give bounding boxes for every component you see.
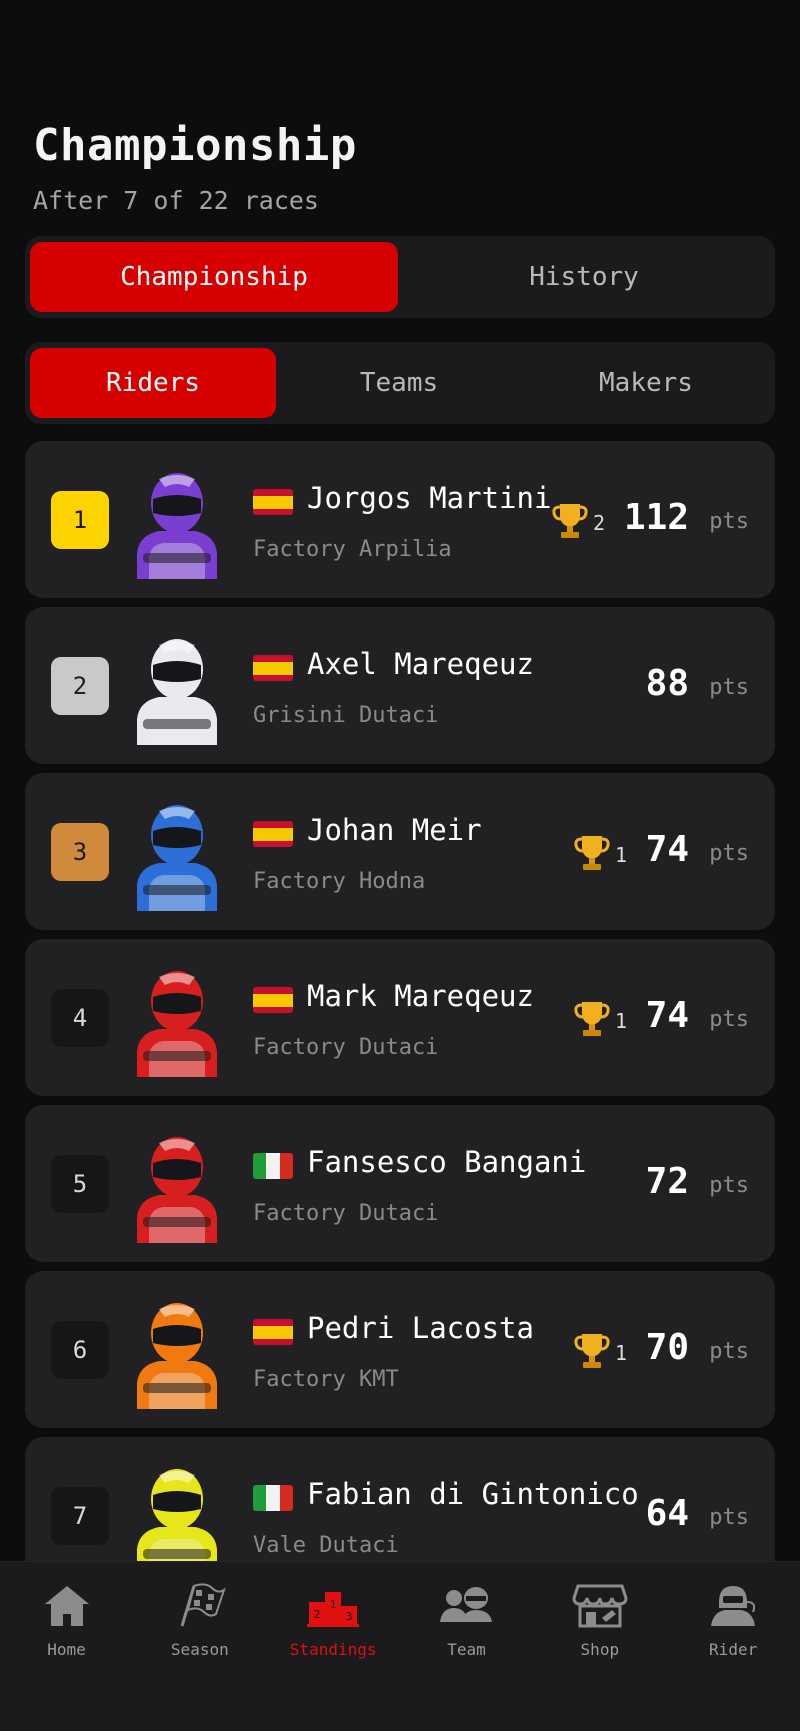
spain-flag bbox=[253, 1319, 293, 1345]
rider-points: 70 bbox=[645, 1327, 689, 1368]
rider-points: 88 bbox=[645, 663, 689, 704]
rider-avatar bbox=[129, 1465, 225, 1561]
rider-avatar bbox=[129, 1299, 225, 1409]
rank-badge: 1 bbox=[51, 491, 109, 549]
rider-avatar bbox=[129, 635, 225, 745]
bottom-nav: Home Season 2 1 3 Standings Team Shop Rider bbox=[0, 1561, 800, 1731]
rider-points: 112 bbox=[623, 497, 689, 538]
standings-list[interactable]: 1 Jorgos Martini Factory Arpilia 2 112 p… bbox=[25, 441, 775, 1561]
svg-text:1: 1 bbox=[330, 1598, 337, 1611]
wins-count: 1 bbox=[615, 843, 628, 867]
nav-label: Rider bbox=[709, 1640, 758, 1659]
wins-count: 1 bbox=[615, 1009, 628, 1033]
rider-points: 64 bbox=[645, 1493, 689, 1534]
rank-badge: 3 bbox=[51, 823, 109, 881]
rider-card[interactable]: 7 Fabian di Gintonico Vale Dutaci 64 pts bbox=[25, 1437, 775, 1561]
points-unit: pts bbox=[709, 1339, 749, 1364]
rank-badge: 5 bbox=[51, 1155, 109, 1213]
trophy-icon bbox=[573, 999, 611, 1039]
nav-home[interactable]: Home bbox=[0, 1580, 133, 1680]
podium-icon: 213 bbox=[307, 1592, 360, 1627]
rider-name: Axel Mareqeuz bbox=[307, 647, 534, 681]
rider-team: Factory Dutaci bbox=[253, 1201, 439, 1226]
rider-card[interactable]: 3 Johan Meir Factory Hodna 1 74 pts bbox=[25, 773, 775, 930]
points-unit: pts bbox=[709, 675, 749, 700]
trophy-icon bbox=[551, 501, 589, 541]
nav-rider[interactable]: Rider bbox=[667, 1580, 800, 1680]
rider-card[interactable]: 4 Mark Mareqeuz Factory Dutaci 1 74 pts bbox=[25, 939, 775, 1096]
nav-label: Home bbox=[47, 1640, 86, 1659]
rider-name: Jorgos Martini bbox=[307, 481, 552, 515]
main-tab-bar: Championship History bbox=[25, 236, 775, 318]
rider-icon bbox=[711, 1586, 756, 1626]
rider-team: Factory Arpilia bbox=[253, 537, 452, 562]
wins-count: 1 bbox=[615, 1341, 628, 1365]
spain-flag bbox=[253, 987, 293, 1013]
tab-riders[interactable]: Riders bbox=[30, 348, 276, 418]
rider-avatar bbox=[129, 1133, 225, 1243]
rider-card[interactable]: 5 Fansesco Bangani Factory Dutaci 72 pts bbox=[25, 1105, 775, 1262]
rider-avatar bbox=[129, 801, 225, 911]
rank-badge: 6 bbox=[51, 1321, 109, 1379]
spain-flag bbox=[253, 655, 293, 681]
tab-makers[interactable]: Makers bbox=[522, 348, 770, 418]
trophy-icon bbox=[573, 833, 611, 873]
standings-screen: Championship After 7 of 22 races Champio… bbox=[0, 0, 800, 1731]
rider-team: Grisini Dutaci bbox=[253, 703, 439, 728]
rider-avatar bbox=[129, 469, 225, 579]
nav-shop[interactable]: Shop bbox=[533, 1580, 666, 1680]
svg-text:3: 3 bbox=[346, 1610, 353, 1623]
rider-points: 74 bbox=[645, 995, 689, 1036]
nav-label: Shop bbox=[580, 1640, 620, 1659]
category-tab-bar: Riders Teams Makers bbox=[25, 342, 775, 424]
nav-standings[interactable]: 213 Standings bbox=[267, 1580, 400, 1680]
points-unit: pts bbox=[709, 1007, 749, 1032]
rider-name: Fabian di Gintonico bbox=[307, 1477, 639, 1511]
tab-teams[interactable]: Teams bbox=[276, 348, 522, 418]
italy-flag bbox=[253, 1485, 293, 1511]
rider-name: Mark Mareqeuz bbox=[307, 979, 534, 1013]
nav-label: Team bbox=[447, 1640, 486, 1659]
rank-badge: 2 bbox=[51, 657, 109, 715]
tab-championship[interactable]: Championship bbox=[30, 242, 398, 312]
page-title: Championship bbox=[33, 120, 357, 171]
rider-card[interactable]: 1 Jorgos Martini Factory Arpilia 2 112 p… bbox=[25, 441, 775, 598]
rider-name: Fansesco Bangani bbox=[307, 1145, 587, 1179]
rider-avatar bbox=[129, 967, 225, 1077]
rider-name: Pedri Lacosta bbox=[307, 1311, 534, 1345]
rank-badge: 7 bbox=[51, 1487, 109, 1545]
points-unit: pts bbox=[709, 841, 749, 866]
rider-card[interactable]: 6 Pedri Lacosta Factory KMT 1 70 pts bbox=[25, 1271, 775, 1428]
italy-flag bbox=[253, 1153, 293, 1179]
rank-badge: 4 bbox=[51, 989, 109, 1047]
points-unit: pts bbox=[709, 509, 749, 534]
rider-points: 72 bbox=[645, 1161, 689, 1202]
trophy-icon bbox=[573, 1331, 611, 1371]
shop-icon bbox=[572, 1584, 628, 1628]
rider-card[interactable]: 2 Axel Mareqeuz Grisini Dutaci 88 pts bbox=[25, 607, 775, 764]
nav-label: Standings bbox=[289, 1640, 377, 1659]
svg-text:2: 2 bbox=[314, 1608, 321, 1621]
rider-team: Factory KMT bbox=[253, 1367, 399, 1392]
points-unit: pts bbox=[709, 1505, 749, 1530]
page-subtitle: After 7 of 22 races bbox=[33, 186, 319, 215]
nav-season[interactable]: Season bbox=[133, 1580, 266, 1680]
spain-flag bbox=[253, 489, 293, 515]
nav-team[interactable]: Team bbox=[400, 1580, 533, 1680]
nav-label: Season bbox=[170, 1640, 229, 1659]
points-unit: pts bbox=[709, 1173, 749, 1198]
spain-flag bbox=[253, 821, 293, 847]
team-icon bbox=[440, 1587, 493, 1622]
home-icon bbox=[44, 1586, 89, 1626]
checkered-flag-icon bbox=[180, 1583, 226, 1627]
rider-team: Factory Dutaci bbox=[253, 1035, 439, 1060]
rider-team: Vale Dutaci bbox=[253, 1533, 399, 1558]
tab-history[interactable]: History bbox=[398, 242, 770, 312]
rider-name: Johan Meir bbox=[307, 813, 482, 847]
rider-points: 74 bbox=[645, 829, 689, 870]
rider-team: Factory Hodna bbox=[253, 869, 426, 894]
wins-count: 2 bbox=[593, 511, 606, 535]
